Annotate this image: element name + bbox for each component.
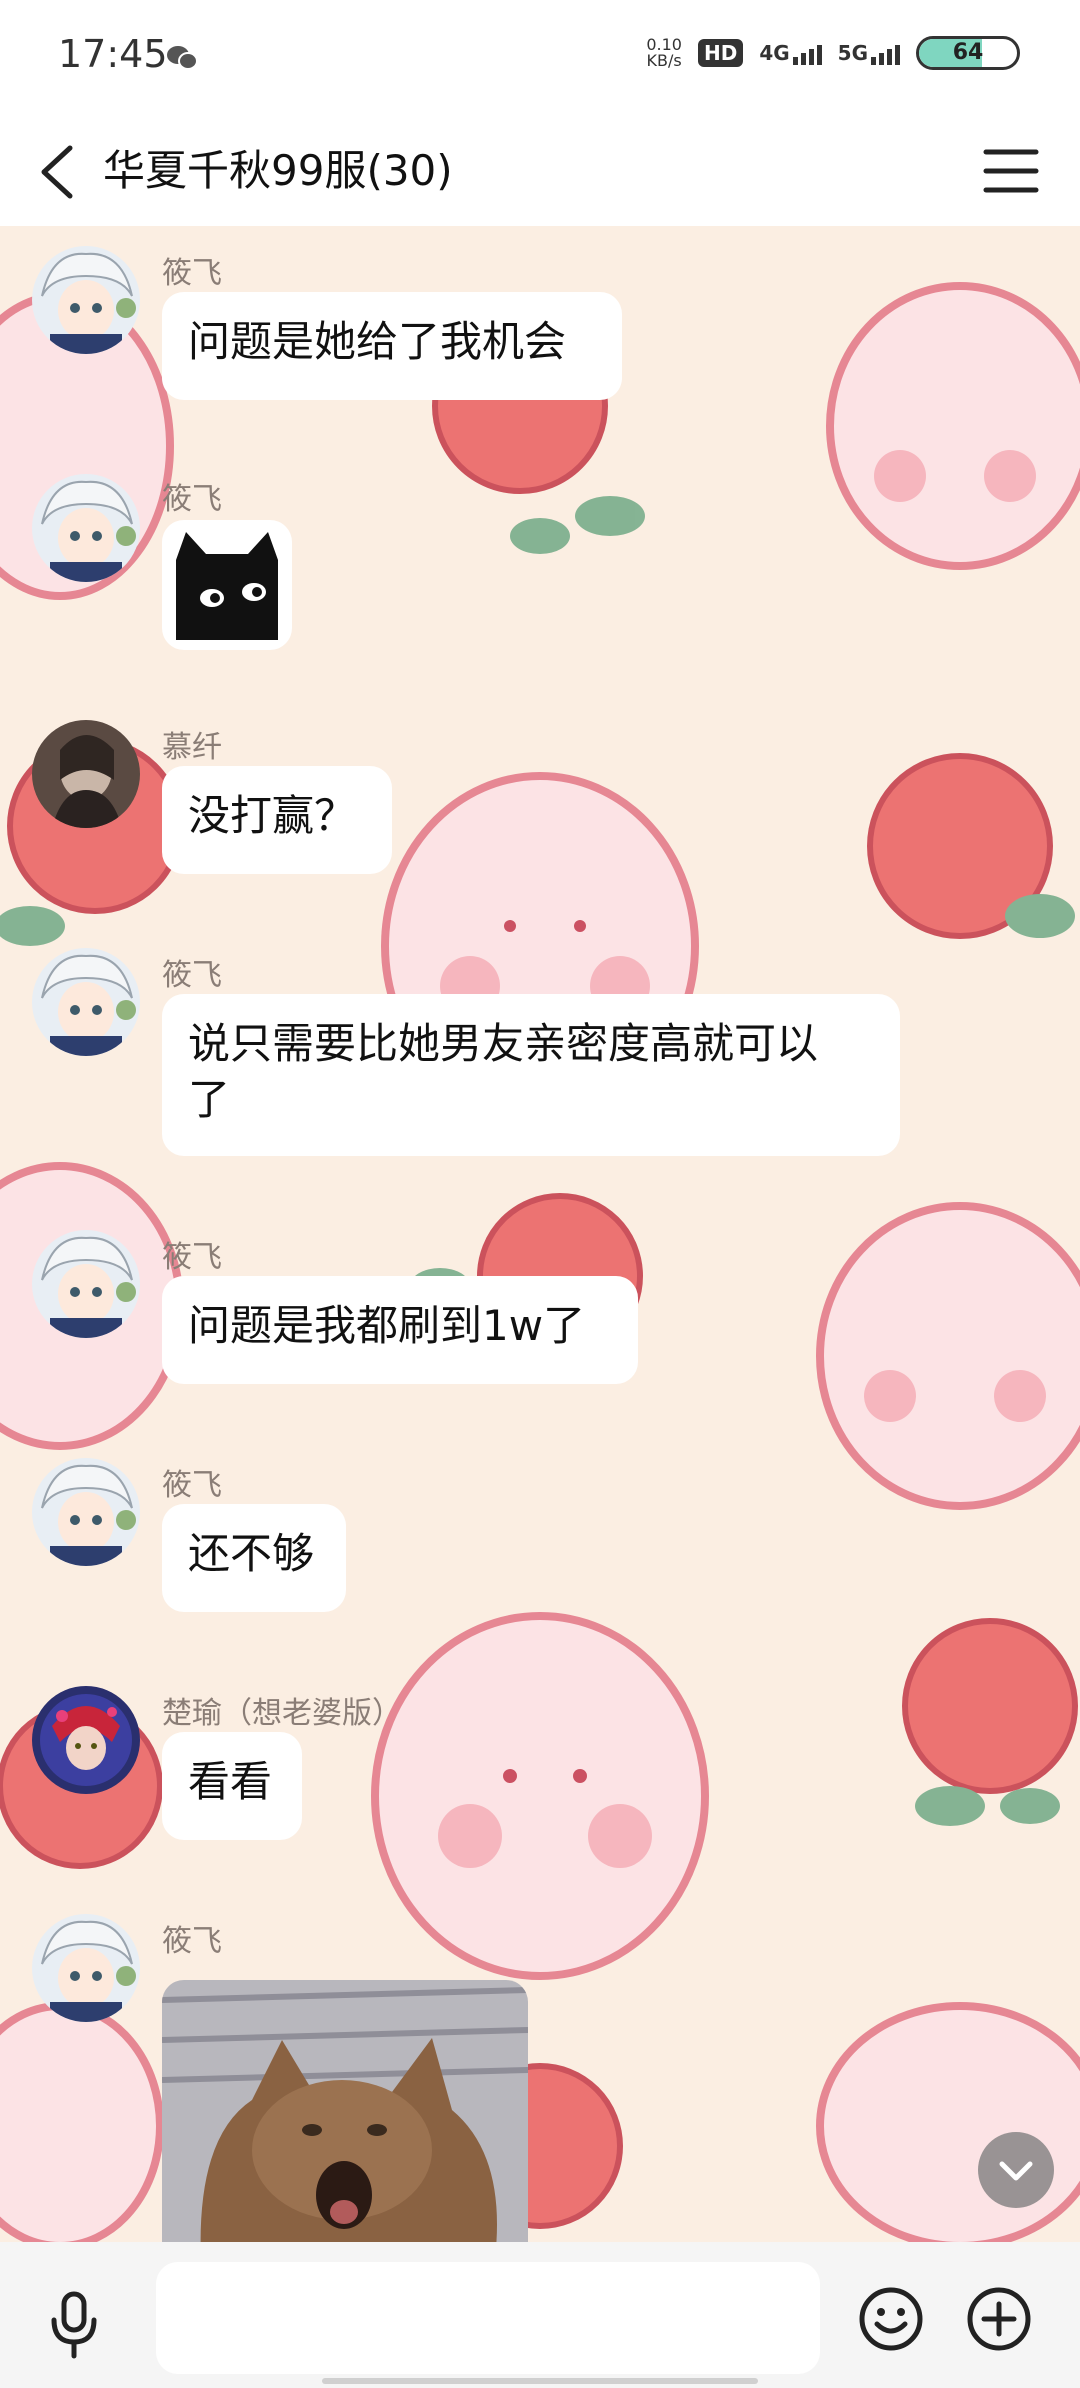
hd-badge: HD [697, 39, 744, 67]
avatar[interactable] [32, 1686, 140, 1794]
network-speed: 0.10 KB/s [646, 35, 682, 70]
smiley-icon [859, 2287, 923, 2351]
signal-bars-icon [871, 45, 900, 65]
page-title: 华夏千秋99服(30) [103, 146, 453, 195]
emoji-button[interactable] [858, 2286, 924, 2352]
input-bar [0, 2242, 1080, 2388]
more-button[interactable] [966, 2286, 1032, 2352]
sender-name: 筱飞 [162, 1240, 222, 1275]
microphone-icon [51, 2291, 97, 2359]
avatar[interactable] [32, 948, 140, 1056]
message-bubble[interactable]: 看看 [162, 1732, 302, 1840]
black-cat-sticker-icon [176, 532, 278, 640]
message-bubble[interactable]: 问题是我都刷到1w了 [162, 1276, 638, 1384]
sender-name: 筱飞 [162, 1468, 222, 1503]
message-text-line: 了 [188, 1075, 231, 1124]
signal-4g: 4G [759, 41, 822, 65]
status-time: 17:45 [58, 32, 168, 76]
sender-name: 筱飞 [162, 958, 222, 993]
avatar[interactable] [32, 1458, 140, 1566]
avatar[interactable] [32, 1914, 140, 2022]
message-text-line: 说只需要比她男友亲密度高就可以 [188, 1019, 819, 1068]
image-screaming-cat[interactable] [162, 1980, 528, 2242]
avatar[interactable] [32, 474, 140, 582]
voice-button[interactable] [44, 2290, 104, 2360]
home-indicator[interactable] [322, 2378, 758, 2384]
signal-bars-icon [792, 45, 822, 65]
battery-icon: 64 [916, 36, 1020, 70]
scroll-to-bottom-button[interactable] [978, 2132, 1054, 2208]
chat-header: 华夏千秋99服(30) [0, 116, 1080, 226]
wechat-icon [166, 44, 198, 76]
plus-circle-icon [967, 2287, 1031, 2351]
chevron-left-icon [41, 145, 73, 199]
sender-name: 慕纤 [162, 730, 222, 765]
chevron-down-icon [999, 2161, 1033, 2181]
message-bubble[interactable]: 问题是她给了我机会 [162, 292, 622, 400]
sticker-black-cat[interactable] [162, 520, 292, 650]
avatar[interactable] [32, 1230, 140, 1338]
message-bubble[interactable]: 没打赢？ [162, 766, 392, 874]
screaming-cat-photo-icon [162, 1980, 528, 2242]
avatar[interactable] [32, 720, 140, 828]
message-input[interactable] [156, 2262, 820, 2374]
sender-name: 筱飞 [162, 482, 222, 517]
message-bubble[interactable]: 还不够 [162, 1504, 346, 1612]
avatar[interactable] [32, 246, 140, 354]
signal-5g: 5G [838, 41, 900, 65]
sender-name: 楚瑜（想老婆版） [162, 1696, 402, 1731]
status-bar: 17:45 0.10 KB/s HD 4G 5G 64 [0, 0, 1080, 116]
back-button[interactable] [30, 132, 90, 212]
sender-name: 筱飞 [162, 1924, 222, 1959]
chat-message-list[interactable]: 筱飞 问题是她给了我机会 筱飞 慕纤 没打赢？ 筱飞 说只需要比她男友亲密度高就… [0, 226, 1080, 2242]
menu-button[interactable] [982, 142, 1040, 200]
sender-name: 筱飞 [162, 256, 222, 291]
message-bubble[interactable]: 说只需要比她男友亲密度高就可以 了 [162, 994, 900, 1156]
hamburger-menu-icon [983, 149, 1039, 193]
